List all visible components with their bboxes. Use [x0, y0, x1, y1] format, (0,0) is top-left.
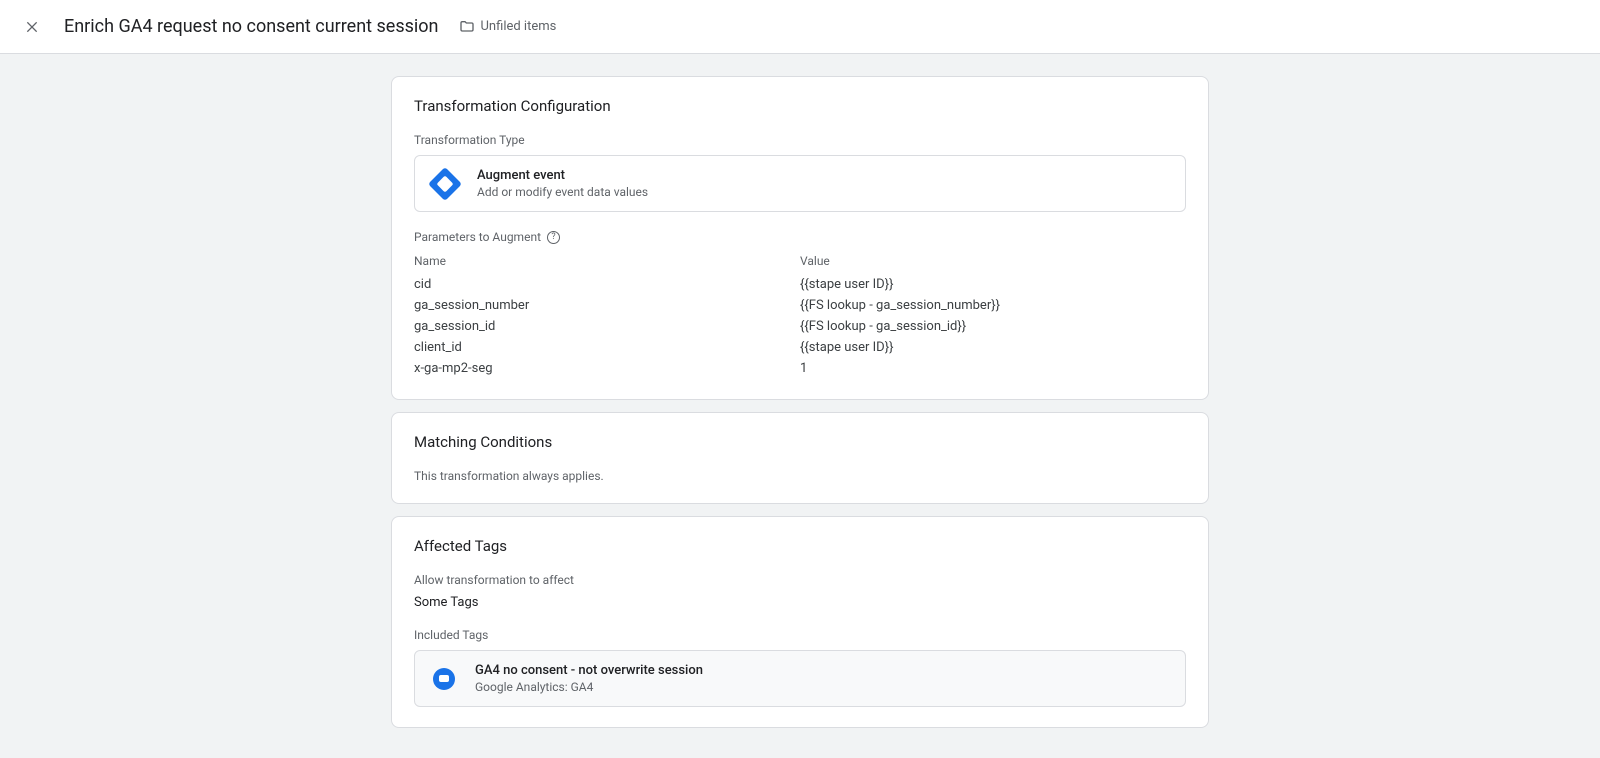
- type-desc: Add or modify event data values: [477, 185, 648, 199]
- transformation-card: Transformation Configuration Transformat…: [391, 76, 1209, 400]
- close-button[interactable]: [20, 15, 44, 39]
- param-table: Name Value cid {{stape user ID}} ga_sess…: [414, 252, 1186, 379]
- matching-card: Matching Conditions This transformation …: [391, 412, 1209, 504]
- included-tag[interactable]: GA4 no consent - not overwrite session G…: [414, 650, 1186, 707]
- col-header-value: Value: [800, 254, 1186, 268]
- table-row: client_id {{stape user ID}}: [414, 337, 1186, 358]
- folder-chip[interactable]: Unfiled items: [459, 19, 557, 35]
- params-label-text: Parameters to Augment: [414, 230, 541, 244]
- param-value: {{FS lookup - ga_session_id}}: [800, 319, 1186, 334]
- affected-card-title: Affected Tags: [414, 537, 1186, 555]
- page-header: Enrich GA4 request no consent current se…: [0, 0, 1600, 54]
- table-row: ga_session_id {{FS lookup - ga_session_i…: [414, 316, 1186, 337]
- param-value: 1: [800, 361, 1186, 376]
- tag-name: GA4 no consent - not overwrite session: [475, 663, 703, 678]
- content-area: Transformation Configuration Transformat…: [391, 76, 1209, 728]
- param-value: {{FS lookup - ga_session_number}}: [800, 298, 1186, 313]
- matching-text: This transformation always applies.: [414, 469, 1186, 483]
- param-value: {{stape user ID}}: [800, 340, 1186, 355]
- param-value: {{stape user ID}}: [800, 277, 1186, 292]
- type-texts: Augment event Add or modify event data v…: [477, 168, 648, 199]
- param-table-head: Name Value: [414, 252, 1186, 274]
- augment-event-icon: [428, 167, 462, 201]
- ga4-tag-icon: [433, 668, 455, 690]
- param-name: ga_session_id: [414, 319, 800, 334]
- tag-desc: Google Analytics: GA4: [475, 680, 703, 694]
- included-label: Included Tags: [414, 628, 1186, 642]
- help-icon[interactable]: ?: [547, 231, 560, 244]
- type-name: Augment event: [477, 168, 648, 183]
- param-name: x-ga-mp2-seg: [414, 361, 800, 376]
- folder-icon: [459, 19, 475, 35]
- table-row: cid {{stape user ID}}: [414, 274, 1186, 295]
- allow-label: Allow transformation to affect: [414, 573, 1186, 587]
- folder-label: Unfiled items: [481, 19, 557, 34]
- tag-texts: GA4 no consent - not overwrite session G…: [475, 663, 703, 694]
- page-title: Enrich GA4 request no consent current se…: [64, 16, 439, 37]
- transformation-card-title: Transformation Configuration: [414, 97, 1186, 115]
- param-name: ga_session_number: [414, 298, 800, 313]
- close-icon: [24, 19, 40, 35]
- allow-value: Some Tags: [414, 595, 1186, 610]
- param-name: cid: [414, 277, 800, 292]
- type-label: Transformation Type: [414, 133, 1186, 147]
- col-header-name: Name: [414, 254, 800, 268]
- affected-card: Affected Tags Allow transformation to af…: [391, 516, 1209, 728]
- table-row: x-ga-mp2-seg 1: [414, 358, 1186, 379]
- param-name: client_id: [414, 340, 800, 355]
- params-label: Parameters to Augment ?: [414, 230, 1186, 244]
- transformation-type-selector[interactable]: Augment event Add or modify event data v…: [414, 155, 1186, 212]
- table-row: ga_session_number {{FS lookup - ga_sessi…: [414, 295, 1186, 316]
- matching-card-title: Matching Conditions: [414, 433, 1186, 451]
